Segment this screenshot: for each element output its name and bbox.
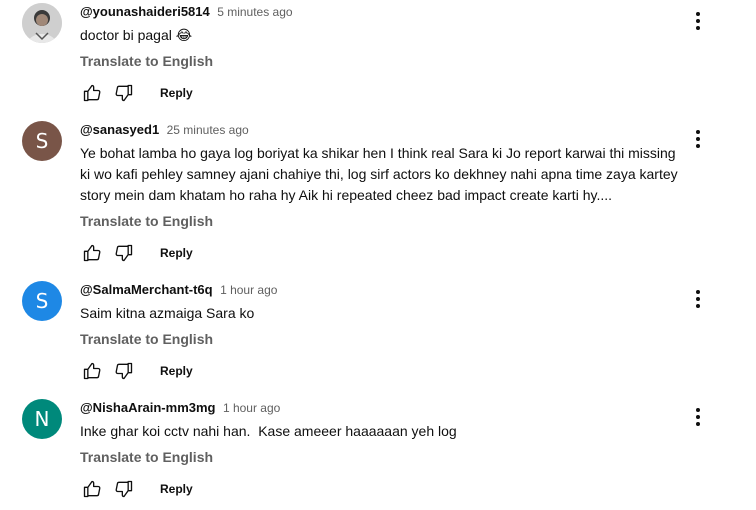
comment-body: @NishaArain-mm3mg 1 hour ago Inke ghar k… [80,399,680,503]
reply-button[interactable]: Reply [160,86,193,100]
author-name[interactable]: @NishaArain-mm3mg [80,400,215,415]
comment-header: @NishaArain-mm3mg 1 hour ago [80,399,680,417]
comment-header: @SalmaMerchant-t6q 1 hour ago [80,281,680,299]
translate-button[interactable]: Translate to English [80,211,680,231]
translate-button[interactable]: Translate to English [80,447,680,467]
translate-button[interactable]: Translate to English [80,51,680,71]
user-photo-icon [22,3,62,43]
thumbs-up-icon [83,244,101,262]
action-menu-button[interactable] [686,405,710,429]
thumbs-up-icon [83,84,101,102]
comment-time[interactable]: 1 hour ago [223,401,280,415]
author-name[interactable]: @younashaideri5814 [80,4,210,19]
like-button[interactable] [80,359,104,383]
comment-body: @SalmaMerchant-t6q 1 hour ago Saim kitna… [80,281,680,385]
more-vert-icon [696,290,700,308]
translate-button[interactable]: Translate to English [80,329,680,349]
more-vert-icon [696,408,700,426]
comments-section: @younashaideri5814 5 minutes ago doctor … [0,0,756,510]
comment-actions: Reply [80,79,680,107]
comment-header: @sanasyed1 25 minutes ago [80,121,680,139]
thumbs-down-icon [115,480,133,498]
reply-button[interactable]: Reply [160,482,193,496]
comment-actions: Reply [80,475,680,503]
dislike-button[interactable] [112,241,136,265]
comment-time[interactable]: 5 minutes ago [217,5,292,19]
comment-text: Inke ghar koi cctv nahi han. Kase ameeer… [80,423,457,439]
avatar-letter: S [35,289,49,313]
like-button[interactable] [80,81,104,105]
more-vert-icon [696,130,700,148]
comment-header: @younashaideri5814 5 minutes ago [80,3,680,21]
like-button[interactable] [80,241,104,265]
thumbs-up-icon [83,362,101,380]
avatar[interactable]: S [22,281,62,321]
comment-time[interactable]: 1 hour ago [220,283,277,297]
comment-body: @younashaideri5814 5 minutes ago doctor … [80,3,680,107]
like-button[interactable] [80,477,104,501]
comment-actions: Reply [80,239,680,267]
reply-button[interactable]: Reply [160,364,193,378]
dislike-button[interactable] [112,359,136,383]
dislike-button[interactable] [112,81,136,105]
avatar[interactable]: S [22,121,62,161]
more-vert-icon [696,12,700,30]
thumbs-down-icon [115,244,133,262]
comment-text: doctor bi pagal 😂 [80,27,193,43]
action-menu-button[interactable] [686,9,710,33]
avatar[interactable] [22,3,62,43]
comment-text: Ye bohat lamba ho gaya log boriyat ka sh… [80,145,678,203]
comment-actions: Reply [80,357,680,385]
thumbs-up-icon [83,480,101,498]
avatar-letter: N [34,407,50,431]
thumbs-down-icon [115,362,133,380]
thumbs-down-icon [115,84,133,102]
action-menu-button[interactable] [686,287,710,311]
author-name[interactable]: @sanasyed1 [80,122,159,137]
reply-button[interactable]: Reply [160,246,193,260]
avatar-letter: S [35,129,49,153]
dislike-button[interactable] [112,477,136,501]
comment-body: @sanasyed1 25 minutes ago Ye bohat lamba… [80,121,680,267]
action-menu-button[interactable] [686,127,710,151]
comment-text: Saim kitna azmaiga Sara ko [80,305,255,321]
comment-time[interactable]: 25 minutes ago [167,123,249,137]
avatar[interactable]: N [22,399,62,439]
author-name[interactable]: @SalmaMerchant-t6q [80,282,213,297]
